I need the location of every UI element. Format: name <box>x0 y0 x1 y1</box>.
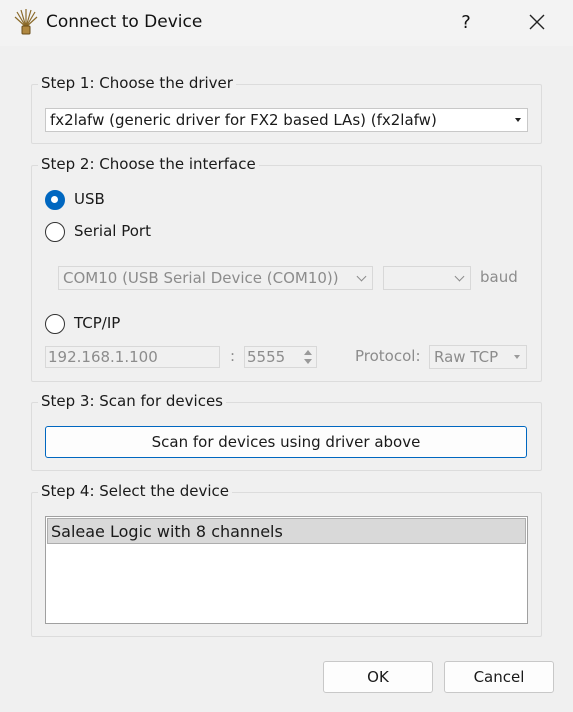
port-separator: : <box>230 347 236 365</box>
scan-devices-button[interactable]: Scan for devices using driver above <box>45 426 527 458</box>
serial-port-value: COM10 (USB Serial Device (COM10)) <box>63 269 339 287</box>
ok-button[interactable]: OK <box>323 661 433 693</box>
dropdown-arrow-icon <box>515 118 521 122</box>
step3-legend: Step 3: Scan for devices <box>38 392 226 410</box>
baud-label: baud <box>480 268 518 286</box>
spin-arrows-icon[interactable] <box>303 349 313 365</box>
title-bar[interactable]: Connect to Device ? <box>0 0 573 46</box>
device-list[interactable]: Saleae Logic with 8 channels <box>45 516 528 624</box>
usb-radio[interactable] <box>45 190 65 210</box>
step1-legend: Step 1: Choose the driver <box>38 74 236 92</box>
usb-radio-label[interactable]: USB <box>74 190 105 208</box>
close-icon <box>529 14 545 30</box>
protocol-label: Protocol: <box>355 347 421 365</box>
chevron-down-icon <box>454 271 465 282</box>
chevron-down-icon <box>356 271 367 282</box>
window-title: Connect to Device <box>46 12 203 32</box>
baud-select[interactable] <box>383 266 471 290</box>
tcp-ip-radio-label[interactable]: TCP/IP <box>74 314 120 332</box>
close-button[interactable] <box>510 0 564 44</box>
driver-select[interactable]: fx2lafw (generic driver for FX2 based LA… <box>45 108 528 132</box>
protocol-value: Raw TCP <box>434 348 499 366</box>
serial-port-radio-label[interactable]: Serial Port <box>74 222 151 240</box>
sigrok-icon <box>14 9 38 35</box>
step2-legend: Step 2: Choose the interface <box>38 155 259 173</box>
list-item[interactable]: Saleae Logic with 8 channels <box>47 518 526 544</box>
serial-port-radio[interactable] <box>45 222 65 242</box>
connect-dialog: Connect to Device ? Step 1: Choose the d… <box>0 0 573 712</box>
driver-select-value: fx2lafw (generic driver for FX2 based LA… <box>50 111 437 129</box>
step4-legend: Step 4: Select the device <box>38 482 232 500</box>
host-input[interactable]: 192.168.1.100 <box>45 346 220 368</box>
help-button[interactable]: ? <box>444 0 488 44</box>
serial-port-select[interactable]: COM10 (USB Serial Device (COM10)) <box>58 266 373 290</box>
dropdown-arrow-icon <box>514 355 520 359</box>
host-value: 192.168.1.100 <box>48 348 158 366</box>
port-value: 5555 <box>247 348 286 366</box>
cancel-button[interactable]: Cancel <box>444 661 554 693</box>
tcp-ip-radio[interactable] <box>45 314 65 334</box>
port-spinbox[interactable]: 5555 <box>244 346 317 368</box>
protocol-select[interactable]: Raw TCP <box>429 345 527 369</box>
